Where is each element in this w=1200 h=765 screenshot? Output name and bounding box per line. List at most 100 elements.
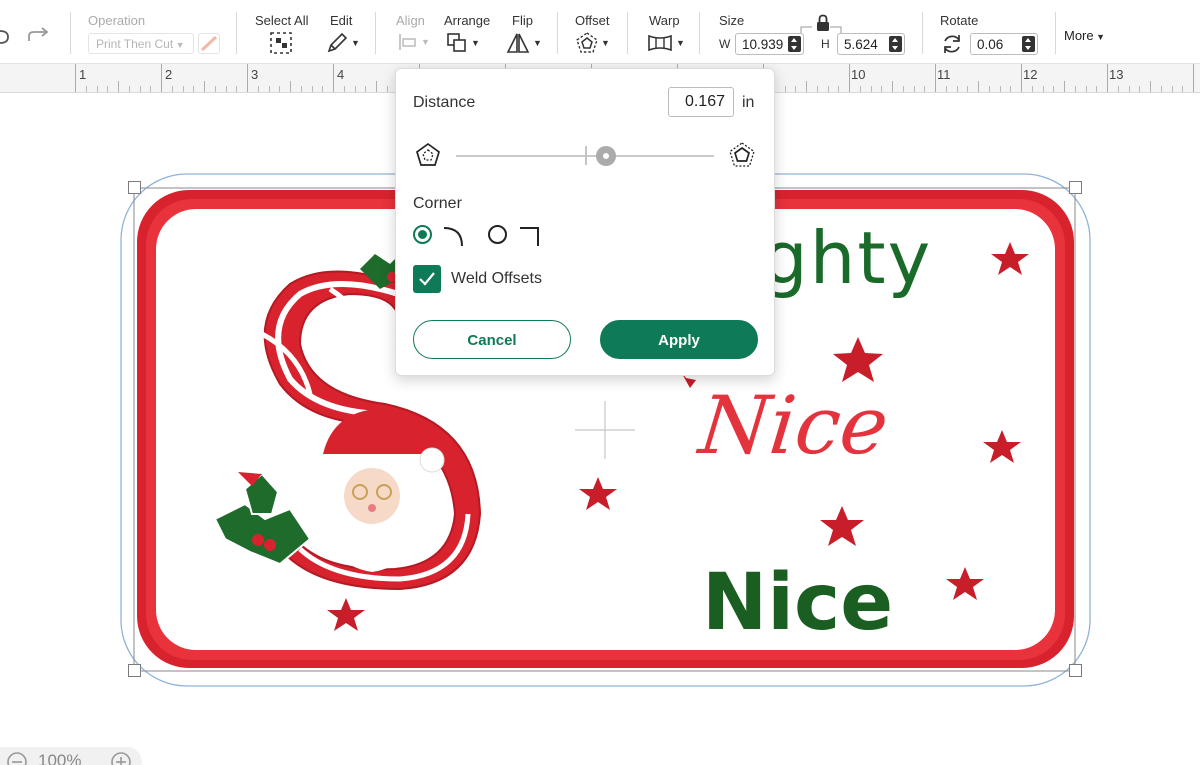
ruler-minor-tick bbox=[279, 86, 281, 92]
ruler-minor-tick bbox=[354, 86, 356, 92]
ruler-major-tick bbox=[161, 64, 162, 92]
select-all-icon bbox=[270, 32, 292, 54]
ruler-minor-tick bbox=[892, 81, 893, 92]
cancel-button[interactable]: Cancel bbox=[413, 320, 571, 359]
ruler-minor-tick bbox=[859, 86, 861, 92]
warp-label: Warp bbox=[649, 13, 680, 28]
ruler-minor-tick bbox=[1150, 81, 1151, 92]
toolbar-separator bbox=[70, 12, 71, 54]
ruler-minor-tick bbox=[128, 86, 130, 92]
offset-outset-icon bbox=[729, 142, 755, 167]
ruler-minor-tick bbox=[924, 86, 926, 92]
ruler-minor-tick bbox=[1128, 86, 1130, 92]
redo-icon[interactable] bbox=[27, 27, 51, 47]
ruler-major-tick bbox=[1021, 64, 1022, 92]
height-label: H bbox=[821, 37, 830, 51]
naughty-text: ghty bbox=[762, 216, 933, 300]
ruler-minor-tick bbox=[107, 86, 109, 92]
align-label: Align bbox=[396, 13, 425, 28]
ruler-minor-tick bbox=[257, 86, 259, 92]
rotate-input[interactable]: 0.06 bbox=[970, 33, 1038, 55]
pen-slash-icon bbox=[200, 35, 218, 52]
ruler-minor-tick bbox=[827, 86, 829, 92]
resize-handle-top-left[interactable] bbox=[128, 181, 141, 194]
align-button[interactable]: ▼ bbox=[398, 32, 430, 52]
zoom-in-icon[interactable] bbox=[110, 751, 132, 765]
width-input[interactable]: 10.939 bbox=[735, 33, 804, 55]
ruler-minor-tick bbox=[1171, 86, 1173, 92]
ruler-major-tick bbox=[849, 64, 850, 92]
more-button[interactable]: More ▼ bbox=[1064, 28, 1105, 43]
resize-handle-bottom-left[interactable] bbox=[128, 664, 141, 677]
select-all-button[interactable] bbox=[270, 32, 292, 54]
ruler-minor-tick bbox=[1031, 86, 1033, 92]
size-label: Size bbox=[719, 13, 745, 28]
warp-button[interactable]: ▼ bbox=[647, 32, 685, 54]
ruler-major-tick bbox=[247, 64, 248, 92]
ruler-minor-tick bbox=[386, 86, 388, 92]
linetype-swatch[interactable] bbox=[198, 33, 220, 54]
operation-select[interactable]: Print Then Cut ▼ bbox=[88, 33, 194, 54]
flip-button[interactable]: ▼ bbox=[506, 32, 542, 54]
distance-unit: in bbox=[742, 94, 755, 111]
distance-label: Distance bbox=[413, 94, 476, 111]
ruler-number: 11 bbox=[937, 67, 951, 82]
corner-square-radio[interactable] bbox=[488, 225, 507, 244]
ruler-minor-tick bbox=[182, 86, 184, 92]
rotate-stepper[interactable] bbox=[1022, 36, 1035, 52]
resize-handle-top-right[interactable] bbox=[1069, 181, 1082, 194]
toolbar-separator bbox=[922, 12, 923, 54]
ruler-minor-tick bbox=[1117, 86, 1119, 92]
rotate-value: 0.06 bbox=[977, 37, 1004, 52]
width-stepper[interactable] bbox=[788, 36, 801, 52]
edit-label: Edit bbox=[330, 13, 353, 28]
corner-rounded-radio[interactable] bbox=[413, 225, 432, 244]
ruler-minor-tick bbox=[902, 86, 904, 92]
offset-inset-icon bbox=[416, 142, 440, 166]
ruler-major-tick bbox=[935, 64, 936, 92]
offset-panel: Distance 0.167 in Corner Weld Offsets Ca… bbox=[395, 68, 775, 376]
distance-slider-thumb[interactable] bbox=[595, 146, 616, 166]
offset-label: Offset bbox=[575, 13, 610, 28]
distance-slider-zero-mark bbox=[585, 146, 587, 165]
zoom-control: 100% bbox=[0, 747, 142, 765]
zoom-out-icon[interactable] bbox=[6, 751, 28, 765]
height-input[interactable]: 5.624 bbox=[837, 33, 905, 55]
ruler-minor-tick bbox=[988, 86, 990, 92]
ruler-number: 3 bbox=[251, 67, 259, 82]
ruler-minor-tick bbox=[150, 86, 152, 92]
weld-offsets-checkbox[interactable] bbox=[413, 265, 441, 293]
offset-icon bbox=[576, 32, 598, 53]
square-corner-icon bbox=[520, 227, 539, 246]
toolbar-separator bbox=[375, 12, 376, 54]
toolbar-separator bbox=[557, 12, 558, 54]
zoom-level: 100% bbox=[38, 751, 82, 765]
nice-script-text: Nice bbox=[695, 379, 893, 472]
edit-button[interactable]: ▼ bbox=[326, 32, 360, 54]
ruler-minor-tick bbox=[870, 86, 872, 92]
ruler-minor-tick bbox=[214, 86, 216, 92]
ruler-minor-tick bbox=[300, 86, 302, 92]
ruler-major-tick bbox=[1193, 64, 1194, 92]
ruler-minor-tick bbox=[978, 81, 979, 92]
ruler-minor-tick bbox=[1160, 86, 1162, 92]
rotate-icon[interactable] bbox=[941, 33, 963, 55]
lock-link-bracket bbox=[800, 26, 842, 33]
resize-handle-bottom-right[interactable] bbox=[1069, 664, 1082, 677]
rounded-corner-icon bbox=[443, 227, 463, 247]
ruler-minor-tick bbox=[956, 86, 958, 92]
ruler-number: 13 bbox=[1109, 67, 1124, 82]
ruler-major-tick bbox=[75, 64, 76, 92]
ruler-minor-tick bbox=[204, 81, 205, 92]
ruler-minor-tick bbox=[118, 81, 119, 92]
chevron-down-icon: ▼ bbox=[601, 38, 610, 48]
apply-button[interactable]: Apply bbox=[600, 320, 758, 359]
undo-icon[interactable] bbox=[0, 27, 12, 47]
chevron-down-icon: ▼ bbox=[676, 38, 685, 48]
design-space-app: Operation Print Then Cut ▼ Select All Ed… bbox=[0, 0, 1200, 765]
ruler-minor-tick bbox=[795, 86, 797, 92]
distance-input[interactable]: 0.167 bbox=[668, 87, 734, 117]
arrange-button[interactable]: ▼ bbox=[446, 32, 480, 54]
height-stepper[interactable] bbox=[889, 36, 902, 52]
offset-button[interactable]: ▼ bbox=[576, 32, 610, 54]
